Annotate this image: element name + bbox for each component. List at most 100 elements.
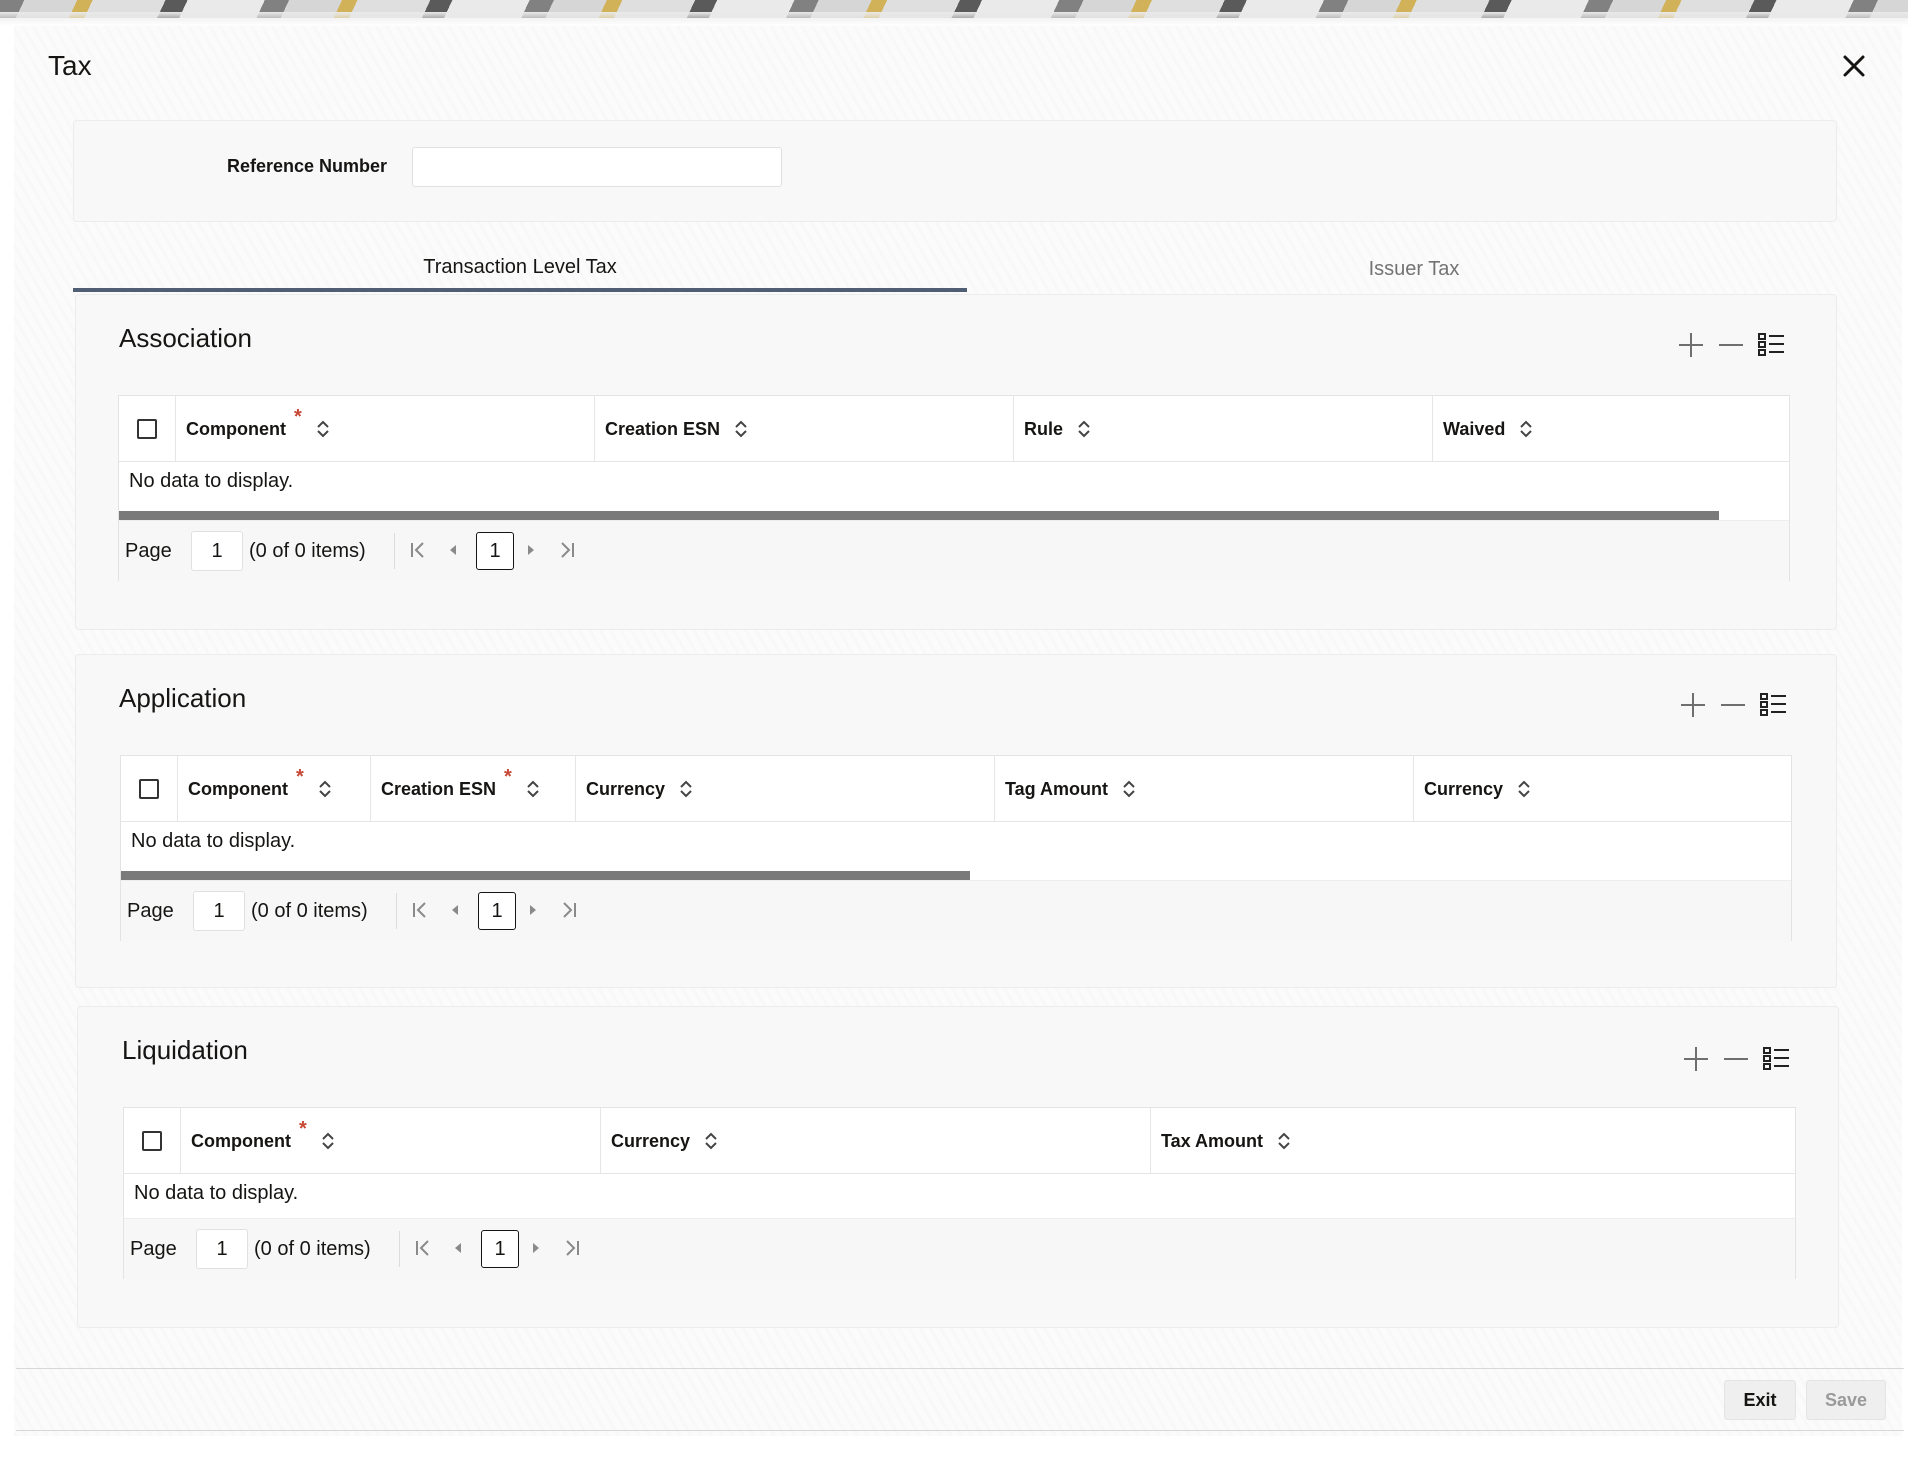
next-page-button[interactable] bbox=[517, 536, 545, 564]
single-record-view-button[interactable] bbox=[1758, 690, 1788, 720]
first-page-button[interactable] bbox=[409, 1234, 437, 1262]
tab-transaction-level-tax[interactable]: Transaction Level Tax bbox=[73, 246, 967, 292]
application-title: Application bbox=[119, 683, 247, 713]
next-page-button[interactable] bbox=[522, 1234, 550, 1262]
column-creation-esn[interactable]: Creation ESN * bbox=[371, 756, 576, 822]
banner-fade bbox=[0, 12, 1908, 26]
last-page-icon bbox=[566, 1240, 579, 1256]
sort-icon[interactable] bbox=[526, 779, 540, 799]
delete-row-button[interactable] bbox=[1721, 1044, 1751, 1074]
required-marker: * bbox=[504, 765, 512, 788]
page-number-input[interactable]: 1 bbox=[196, 1229, 248, 1269]
select-all-cell bbox=[121, 756, 178, 822]
column-label: Waived bbox=[1443, 418, 1506, 439]
page-number-input[interactable]: 1 bbox=[191, 531, 243, 571]
single-record-view-button[interactable] bbox=[1756, 330, 1786, 360]
column-label: Tax Amount bbox=[1161, 1130, 1263, 1151]
delete-row-button[interactable] bbox=[1718, 690, 1748, 720]
tab-bar: Transaction Level Tax Issuer Tax bbox=[73, 246, 1837, 292]
column-component[interactable]: Component * bbox=[178, 756, 371, 822]
reference-number-input[interactable] bbox=[412, 147, 782, 187]
add-row-button[interactable] bbox=[1678, 690, 1708, 720]
next-page-icon bbox=[528, 545, 534, 555]
last-page-button[interactable] bbox=[558, 1234, 586, 1262]
page-label: Page bbox=[127, 900, 174, 922]
column-label: Currency bbox=[611, 1130, 691, 1151]
sort-icon[interactable] bbox=[1122, 779, 1136, 799]
add-row-button[interactable] bbox=[1676, 330, 1706, 360]
current-page-button[interactable]: 1 bbox=[481, 1230, 519, 1268]
dialog-title: Tax bbox=[48, 50, 92, 81]
column-label: Tag Amount bbox=[1005, 778, 1108, 799]
column-tag-amount[interactable]: Tag Amount bbox=[995, 756, 1414, 822]
association-title: Association bbox=[119, 323, 252, 353]
select-all-checkbox[interactable] bbox=[139, 779, 159, 799]
select-all-cell bbox=[124, 1108, 181, 1174]
sort-icon[interactable] bbox=[1519, 419, 1533, 439]
current-page-button[interactable]: 1 bbox=[476, 532, 514, 570]
required-marker: * bbox=[295, 765, 304, 788]
column-tax-amount[interactable]: Tax Amount bbox=[1151, 1108, 1795, 1174]
first-page-icon bbox=[413, 902, 426, 918]
item-count: (0 of 0 items) bbox=[254, 1238, 371, 1260]
association-grid-header: Component * Creation ESN Rule Waived bbox=[119, 396, 1789, 462]
previous-page-icon bbox=[452, 905, 458, 915]
column-label: Creation ESN bbox=[381, 778, 497, 799]
previous-page-button[interactable] bbox=[444, 1234, 472, 1262]
column-waived[interactable]: Waived bbox=[1433, 396, 1789, 462]
application-pager: Page 1 (0 of 0 items) 1 bbox=[121, 880, 1791, 942]
sort-icon[interactable] bbox=[704, 1131, 718, 1151]
sort-icon[interactable] bbox=[1077, 419, 1091, 439]
close-button[interactable] bbox=[1836, 48, 1872, 84]
first-page-button[interactable] bbox=[404, 536, 432, 564]
current-page-button[interactable]: 1 bbox=[478, 892, 516, 930]
previous-page-icon bbox=[450, 545, 456, 555]
page-number-input[interactable]: 1 bbox=[193, 891, 245, 931]
liquidation-title: Liquidation bbox=[122, 1035, 248, 1065]
previous-page-icon bbox=[455, 1243, 461, 1253]
select-all-checkbox[interactable] bbox=[142, 1131, 162, 1151]
sort-icon[interactable] bbox=[679, 779, 693, 799]
previous-page-button[interactable] bbox=[439, 536, 467, 564]
column-currency-2[interactable]: Currency bbox=[1414, 756, 1791, 822]
previous-page-button[interactable] bbox=[441, 896, 469, 924]
sort-icon[interactable] bbox=[1517, 779, 1531, 799]
last-page-button[interactable] bbox=[555, 896, 583, 924]
select-all-checkbox[interactable] bbox=[137, 419, 157, 439]
column-component[interactable]: Component * bbox=[176, 396, 595, 462]
empty-message: No data to display. bbox=[129, 470, 294, 492]
liquidation-toolbar bbox=[1681, 1044, 1791, 1074]
column-currency[interactable]: Currency bbox=[576, 756, 995, 822]
column-component[interactable]: Component * bbox=[181, 1108, 601, 1174]
column-creation-esn[interactable]: Creation ESN bbox=[595, 396, 1014, 462]
column-currency[interactable]: Currency bbox=[601, 1108, 1151, 1174]
sort-icon[interactable] bbox=[316, 419, 330, 439]
required-marker: * bbox=[293, 405, 302, 428]
save-button[interactable]: Save bbox=[1806, 1380, 1886, 1420]
plus-icon bbox=[1684, 1047, 1708, 1071]
exit-button[interactable]: Exit bbox=[1724, 1380, 1796, 1420]
last-page-button[interactable] bbox=[553, 536, 581, 564]
plus-icon bbox=[1681, 693, 1705, 717]
first-page-icon bbox=[411, 542, 424, 558]
plus-icon bbox=[1679, 333, 1703, 357]
page-label: Page bbox=[130, 1238, 177, 1260]
next-page-button[interactable] bbox=[519, 896, 547, 924]
column-rule[interactable]: Rule bbox=[1014, 396, 1433, 462]
application-grid-header: Component * Creation ESN * Currency Tag Am… bbox=[121, 756, 1791, 822]
sort-icon[interactable] bbox=[318, 779, 332, 799]
association-pager: Page 1 (0 of 0 items) 1 bbox=[119, 520, 1789, 582]
tab-issuer-tax[interactable]: Issuer Tax bbox=[967, 246, 1861, 292]
column-label: Component bbox=[188, 778, 288, 799]
required-marker: * bbox=[298, 1117, 307, 1140]
sort-icon[interactable] bbox=[321, 1131, 335, 1151]
sort-icon[interactable] bbox=[734, 419, 748, 439]
application-grid: Component * Creation ESN * Currency Tag Am… bbox=[120, 755, 1792, 942]
delete-row-button[interactable] bbox=[1716, 330, 1746, 360]
single-record-view-button[interactable] bbox=[1761, 1044, 1791, 1074]
sort-icon[interactable] bbox=[1277, 1131, 1291, 1151]
item-count: (0 of 0 items) bbox=[251, 900, 368, 922]
first-page-button[interactable] bbox=[406, 896, 434, 924]
reference-number-label: Reference Number bbox=[227, 156, 388, 176]
add-row-button[interactable] bbox=[1681, 1044, 1711, 1074]
